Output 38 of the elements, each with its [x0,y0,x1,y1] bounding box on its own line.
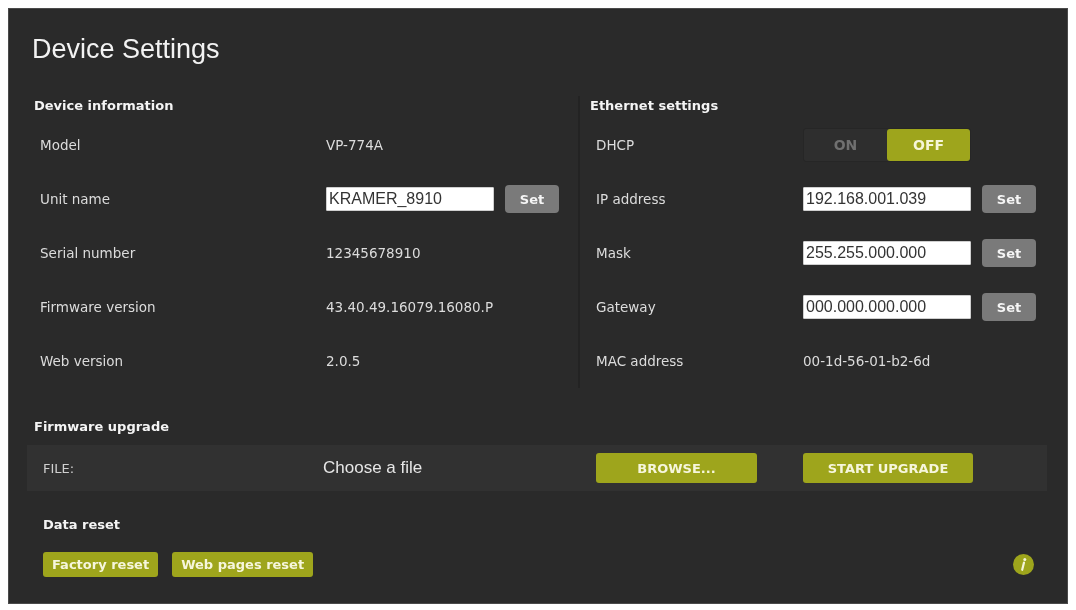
field-value: 43.40.49.16079.16080.P [326,299,494,315]
browse-button[interactable]: BROWSE... [596,453,757,483]
field-label: Model [40,137,81,153]
field-label: DHCP [596,137,635,153]
page-title: Device Settings [32,33,220,65]
upgrade-button[interactable]: START UPGRADE [803,453,973,483]
file-chooser-prompt[interactable]: Choose a file [323,458,423,478]
reset-button[interactable]: Factory reset [43,552,159,577]
set-button[interactable]: Set [505,185,559,213]
field-label: Gateway [596,299,656,315]
field-label: MAC address [596,353,684,369]
text-field[interactable]: 192.168.001.039 [803,187,971,211]
toggle-option[interactable]: ON [804,129,887,161]
section-heading: Ethernet settings [590,97,719,115]
reset-button[interactable]: Web pages reset [172,552,314,577]
section-heading: Firmware upgrade [34,418,169,436]
field-value: 12345678910 [326,245,421,261]
field-value: 2.0.5 [326,353,361,369]
text-field[interactable]: 000.000.000.000 [803,295,971,319]
field-label: IP address [596,191,666,207]
section-heading: Data reset [43,516,121,534]
field-label: Firmware version [40,299,156,315]
field-label: Serial number [40,245,136,261]
set-button[interactable]: Set [982,185,1036,213]
text-field[interactable]: 255.255.000.000 [803,241,971,265]
field-label: Mask [596,245,631,261]
text-field[interactable]: KRAMER_8910 [326,187,494,211]
set-button[interactable]: Set [982,239,1036,267]
field-value: 00-1d-56-01-b2-6d [803,353,931,369]
info-icon[interactable] [1013,554,1034,575]
field-value: VP-774A [326,137,383,153]
field-label: Unit name [40,191,111,207]
toggle-switch[interactable]: ON OFF [803,128,971,162]
field-label: Web version [40,353,124,369]
section-heading: Device information [34,97,174,115]
file-label: FILE: [43,460,75,476]
toggle-option[interactable]: OFF [887,129,970,161]
set-button[interactable]: Set [982,293,1036,321]
